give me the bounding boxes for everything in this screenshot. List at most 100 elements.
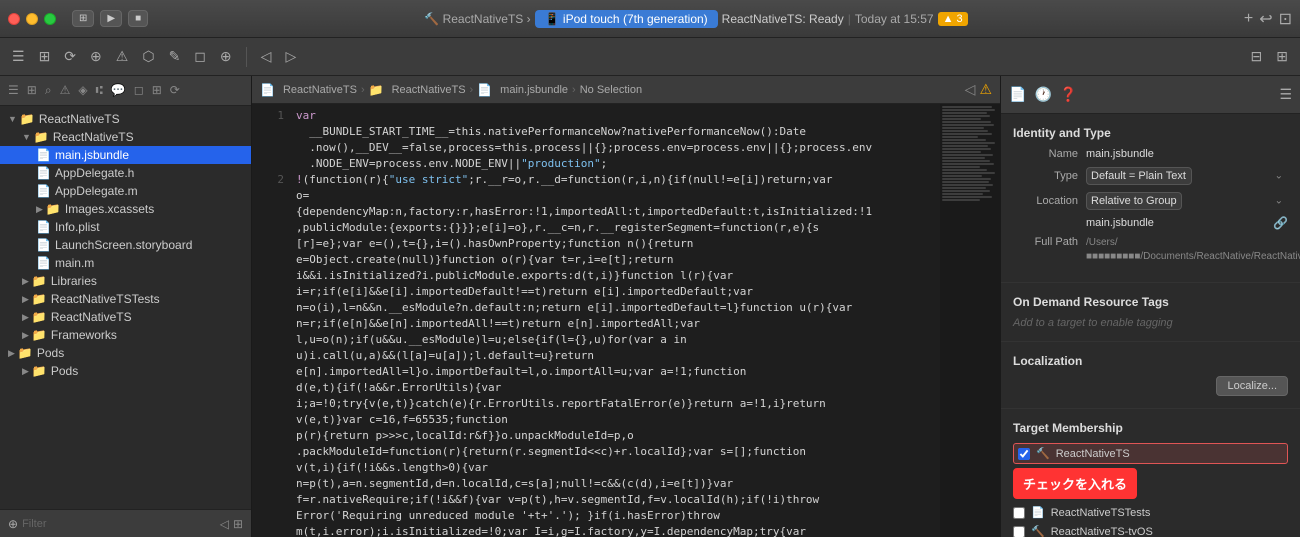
file-icon: 📄 (36, 148, 51, 162)
return-icon[interactable]: ↩ (1259, 9, 1272, 29)
sidebar-more-icon[interactable]: ◻ (134, 83, 144, 98)
sidebar-search-icon[interactable]: ⌕ (45, 83, 52, 98)
refresh-icon[interactable]: ⟳ (60, 46, 80, 67)
nav-back-icon[interactable]: ◁ (965, 81, 976, 98)
sidebar-item-reactnativets-tests[interactable]: ▶ 📁 ReactNativeTSTests (0, 290, 251, 308)
breadcrumb-reactnativets[interactable]: ReactNativeTS (283, 84, 357, 96)
navigator-icon[interactable]: ☰ (8, 46, 29, 67)
target-label-tests: ReactNativeTSTests (1051, 507, 1151, 519)
sidebar-item-info-plist[interactable]: 📄 Info.plist (0, 218, 251, 236)
add-editor-icon[interactable]: ⊞ (1272, 46, 1292, 67)
localize-button[interactable]: Localize... (1216, 376, 1288, 396)
sidebar-item-images-xcassets[interactable]: ▶ 📁 Images.xcassets (0, 200, 251, 218)
sidebar-item-label: LaunchScreen.storyboard (55, 238, 192, 252)
code-editor[interactable]: var __BUNDLE_START_TIME__=this.nativePer… (288, 104, 940, 537)
folder-icon: 📁 (34, 130, 49, 144)
minimize-button[interactable] (26, 13, 38, 25)
maximize-button[interactable] (44, 13, 56, 25)
plus-icon[interactable]: ⊕ (216, 46, 236, 67)
menu-icon[interactable]: ☰ (1279, 86, 1292, 103)
location-select[interactable]: Relative to Group (1086, 192, 1182, 210)
history-icon[interactable]: 🕐 (1034, 86, 1051, 103)
help-icon[interactable]: ❓ (1060, 86, 1077, 103)
sidebar-item-libraries[interactable]: ▶ 📁 Libraries (0, 272, 251, 290)
sidebar-item-label: Frameworks (51, 328, 117, 342)
forward-icon[interactable]: ▷ (281, 46, 300, 67)
edit-icon[interactable]: ✎ (165, 46, 185, 67)
stop-square-icon[interactable]: ◻ (190, 46, 210, 67)
sidebar-item-main-jsbundle[interactable]: 📄 main.jsbundle (0, 146, 251, 164)
sidebar-lock-icon[interactable]: ⑆ (96, 83, 103, 98)
sidebar-warn-icon[interactable]: ⚠ (60, 83, 71, 98)
filter-icon[interactable]: ⊕ (8, 517, 18, 531)
sidebar-footer-icon1[interactable]: ◁ (220, 517, 229, 531)
sidebar-item-appdelegate-h[interactable]: 📄 AppDelegate.h (0, 164, 251, 182)
sidebar-item-main-m[interactable]: 📄 main.m (0, 254, 251, 272)
name-row: Name main.jsbundle (1013, 148, 1288, 160)
add-file-icon[interactable]: ⊕ (86, 46, 106, 67)
right-panel: 📄 🕐 ❓ ☰ Identity and Type Name main.jsbu… (1000, 76, 1300, 537)
target-checkbox-reactnativets-tests[interactable] (1013, 507, 1025, 519)
target-checkbox-reactnativets[interactable] (1018, 448, 1030, 460)
grid-icon[interactable]: ⊞ (35, 46, 55, 67)
type-select-wrapper: Default = Plain Text (1086, 166, 1288, 185)
fullscreen-icon[interactable]: ⊡ (1279, 9, 1292, 29)
hex-icon[interactable]: ⬡ (138, 46, 158, 67)
expand-triangle-icon[interactable]: ▶ (22, 276, 29, 287)
stop-button[interactable]: ■ (128, 10, 148, 27)
file-inspector-icon[interactable]: 📄 (1009, 86, 1026, 103)
device-tab[interactable]: 📱 iPod touch (7th generation) (535, 10, 718, 28)
split-view-icon[interactable]: ⊟ (1247, 46, 1267, 67)
close-button[interactable] (8, 13, 20, 25)
editor-content[interactable]: 1 2 (252, 104, 1000, 537)
sidebar-diamond-icon[interactable]: ◈ (78, 83, 87, 98)
localization-section: Localization Localize... (1001, 342, 1300, 409)
traffic-lights (8, 13, 56, 25)
file-h-icon: 📄 (36, 166, 51, 180)
sidebar-item-reactnativets-root[interactable]: ▼ 📁 ReactNativeTS (0, 110, 251, 128)
type-select[interactable]: Default = Plain Text (1086, 167, 1192, 185)
sidebar-toggle-icon[interactable]: ☰ (8, 83, 19, 98)
sidebar-comment-icon[interactable]: 💬 (111, 83, 126, 98)
sidebar-item-frameworks[interactable]: ▶ 📁 Frameworks (0, 326, 251, 344)
collapse-triangle-icon[interactable]: ▼ (22, 132, 31, 142)
breadcrumb-sep-2: › (470, 84, 474, 96)
sidebar-item-reactnativets-sub[interactable]: ▼ 📁 ReactNativeTS (0, 128, 251, 146)
folder-icon: 📁 (46, 202, 61, 216)
expand-triangle-icon[interactable]: ▶ (22, 294, 29, 305)
expand-triangle-icon[interactable]: ▶ (22, 312, 29, 323)
sidebar-diff-icon[interactable]: ⟳ (170, 83, 180, 98)
sidebar-footer-icon2[interactable]: ⊞ (233, 517, 243, 531)
sidebar-item-pods-root[interactable]: ▶ 📁 Pods (0, 344, 251, 362)
file-breadcrumb-icon2: 📄 (477, 83, 492, 97)
on-demand-title: On Demand Resource Tags (1013, 295, 1288, 309)
expand-triangle-icon[interactable]: ▶ (22, 330, 29, 341)
sidebar-add-icon[interactable]: ⊞ (27, 83, 37, 98)
sidebar-item-pods-sub[interactable]: ▶ 📁 Pods (0, 362, 251, 380)
expand-triangle-icon[interactable]: ▶ (8, 348, 15, 359)
expand-triangle-icon[interactable]: ▶ (36, 204, 43, 215)
type-row: Type Default = Plain Text (1013, 166, 1288, 185)
sidebar-item-appdelegate-m[interactable]: 📄 AppDelegate.m (0, 182, 251, 200)
name-label: Name (1013, 148, 1078, 160)
status-text: ReactNativeTS: Ready (722, 12, 844, 26)
breadcrumb-reactnativets-sub[interactable]: ReactNativeTS (392, 84, 466, 96)
folder-icon: 📁 (32, 328, 47, 342)
sidebar-toggle-button[interactable]: ⊞ (72, 10, 94, 27)
add-button[interactable]: + (1244, 10, 1253, 28)
warning-icon[interactable]: ⚠ (112, 46, 133, 67)
breadcrumb-filename[interactable]: main.jsbundle (500, 84, 568, 96)
sidebar-grid-icon[interactable]: ⊞ (152, 83, 162, 98)
collapse-triangle-icon[interactable]: ▼ (8, 114, 17, 124)
expand-triangle-icon[interactable]: ▶ (22, 366, 29, 377)
sidebar-item-launchscreen[interactable]: 📄 LaunchScreen.storyboard (0, 236, 251, 254)
target-checkbox-reactnativets-tvos[interactable] (1013, 526, 1025, 537)
warning-badge[interactable]: ▲ 3 (938, 12, 968, 26)
sidebar-item-products[interactable]: ▶ 📁 ReactNativeTS (0, 308, 251, 326)
back-icon[interactable]: ◁ (257, 46, 276, 67)
nav-warn-icon[interactable]: ⚠ (979, 81, 992, 98)
file-link-icon[interactable]: 🔗 (1273, 216, 1288, 230)
folder-icon: 📁 (32, 364, 47, 378)
breadcrumb-selection[interactable]: No Selection (580, 84, 642, 96)
play-button[interactable]: ▶ (100, 10, 122, 27)
